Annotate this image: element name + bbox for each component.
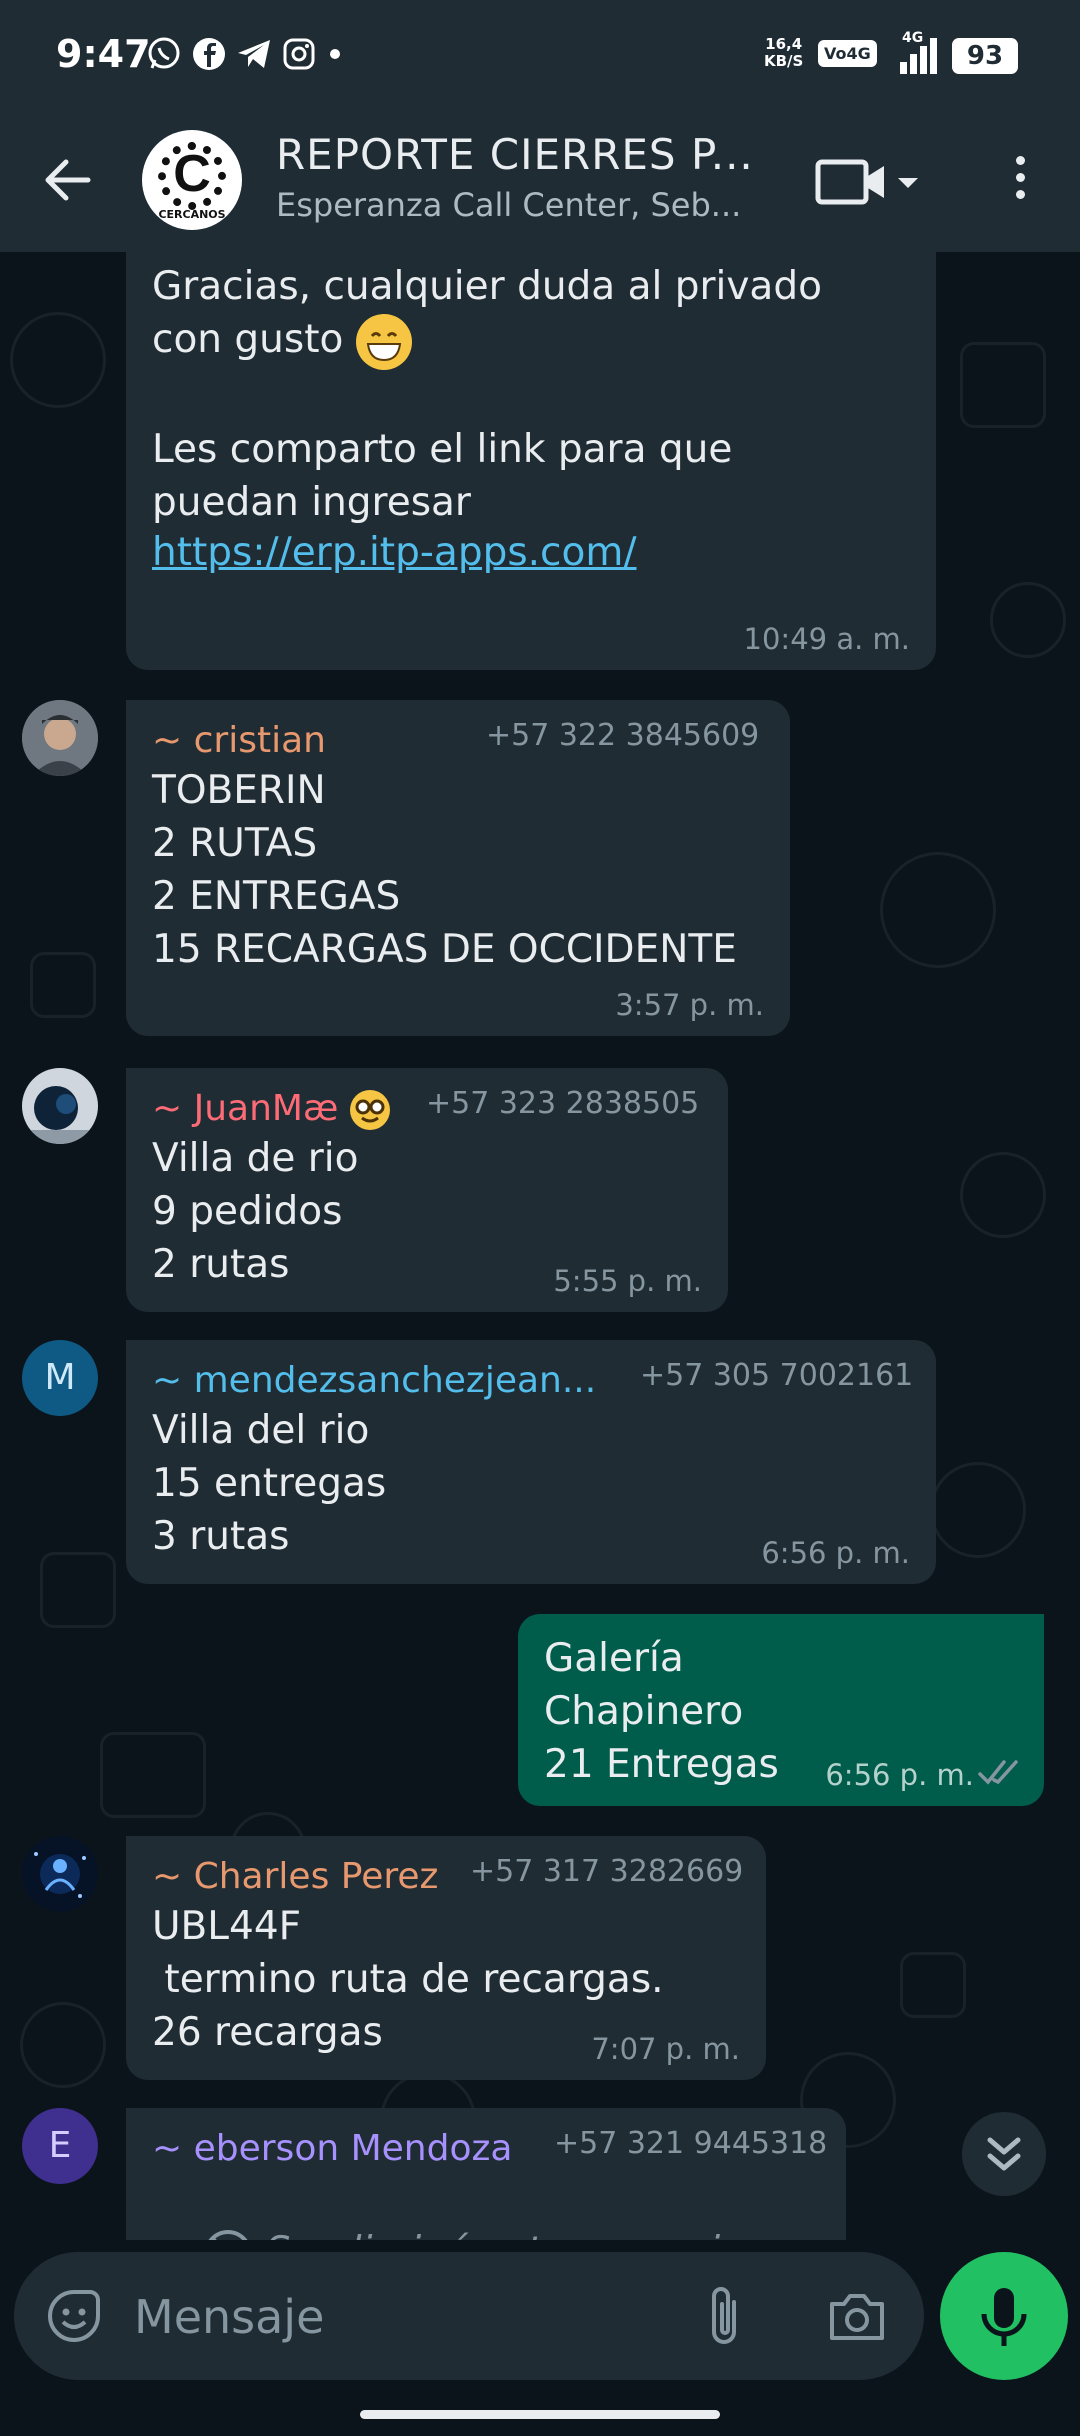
whatsapp-icon xyxy=(148,37,180,69)
deleted-message: Se eliminó este mensaje. xyxy=(152,2172,820,2240)
instagram-icon xyxy=(283,38,315,70)
facebook-icon xyxy=(193,38,225,70)
message-time: 3:57 p. m. xyxy=(615,988,764,1022)
avatar-logo-letter: C xyxy=(173,145,211,203)
sender-name-text: ~ JuanMæ xyxy=(152,1088,339,1129)
status-time: 9:47 xyxy=(56,32,151,76)
message-bubble-5-outgoing[interactable]: Galería Chapinero 21 Entregas 6:56 p. m. xyxy=(518,1614,1044,1806)
read-receipt-icon xyxy=(978,1760,1018,1785)
emoji-icon[interactable] xyxy=(44,2286,104,2346)
message-bubble-7[interactable]: ~ eberson Mendoza +57 321 9445318 Se eli… xyxy=(126,2108,846,2240)
deleted-icon xyxy=(207,2229,248,2240)
message-bubble-3[interactable]: ~ JuanMæ +57 323 2838505 Villa de rio 9 … xyxy=(126,1068,728,1312)
sender-phone: +57 305 7002161 xyxy=(640,1358,914,1393)
avatar-logo-text: CERCANOS xyxy=(158,208,226,221)
message-time: 6:56 p. m. xyxy=(761,1536,910,1570)
message-time: 7:07 p. m. xyxy=(591,2032,740,2066)
chat-header: C CERCANOS REPORTE CIERRES P... Esperanz… xyxy=(0,118,1080,252)
message-time-text: 6:56 p. m. xyxy=(825,1758,974,1792)
attach-icon[interactable] xyxy=(704,2282,744,2352)
status-bar: 9:47 16,4 KB/S Vo4G 4G 93 xyxy=(0,0,1080,118)
sender-phone: +57 323 2838505 xyxy=(426,1086,700,1121)
voice-message-button[interactable] xyxy=(940,2252,1068,2380)
net-speed-value: 16,4 xyxy=(765,35,803,53)
message-input[interactable]: Mensaje xyxy=(134,2290,324,2344)
scroll-down-icon xyxy=(987,2137,1021,2171)
sender-phone: +57 321 9445318 xyxy=(554,2126,828,2161)
avatar-charles[interactable] xyxy=(22,1836,98,1912)
avatar-eberson[interactable]: E xyxy=(22,2108,98,2184)
telegram-icon xyxy=(238,40,270,68)
net-speed-unit: KB/S xyxy=(764,52,804,70)
message-time: 6:56 p. m. xyxy=(825,1758,974,1792)
microphone-icon xyxy=(981,2288,1027,2346)
scroll-down-button[interactable] xyxy=(962,2112,1046,2196)
net-speed: 16,4 KB/S xyxy=(764,36,803,70)
battery-indicator: 93 xyxy=(952,38,1018,74)
avatar-juanmae[interactable] xyxy=(22,1068,98,1144)
signal-label: 4G xyxy=(902,30,924,46)
video-call-icon[interactable] xyxy=(814,152,924,212)
group-name[interactable]: REPORTE CIERRES P... xyxy=(276,130,754,179)
group-avatar[interactable]: C CERCANOS xyxy=(142,130,242,230)
message-time: 5:55 p. m. xyxy=(553,1264,702,1298)
avatar-cristian[interactable] xyxy=(22,700,98,776)
dropdown-caret-icon xyxy=(898,178,918,188)
more-options-icon[interactable] xyxy=(1000,150,1040,214)
back-arrow-icon[interactable] xyxy=(40,152,96,208)
message-composer: Mensaje xyxy=(14,2252,924,2380)
nerd-emoji-icon xyxy=(349,1090,390,1130)
message-time: 10:49 a. m. xyxy=(743,622,910,656)
erp-link[interactable]: https://erp.itp-apps.com/ xyxy=(152,530,637,575)
message-text: TOBERIN 2 RUTAS 2 ENTREGAS 15 RECARGAS D… xyxy=(152,768,737,972)
avatar-mendez[interactable]: M xyxy=(22,1340,98,1416)
message-bubble-6[interactable]: ~ Charles Perez +57 317 3282669 UBL44F t… xyxy=(126,1836,766,2080)
grinning-emoji-icon xyxy=(355,313,412,370)
sender-phone: +57 317 3282669 xyxy=(470,1854,744,1889)
volte-badge: Vo4G xyxy=(818,40,877,67)
camera-icon[interactable] xyxy=(826,2286,888,2346)
more-notifications-dot xyxy=(330,49,340,59)
notification-icons xyxy=(146,36,340,72)
message-bubble-4[interactable]: ~ mendezsanchezjean... +57 305 7002161 V… xyxy=(126,1340,936,1584)
message-bubble-1[interactable]: Gracias, cualquier duda al privado con g… xyxy=(126,252,936,670)
home-gesture-bar[interactable] xyxy=(360,2410,720,2419)
message-bubble-2[interactable]: ~ cristian +57 322 3845609 TOBERIN 2 RUT… xyxy=(126,700,790,1036)
group-members[interactable]: Esperanza Call Center, Seb... xyxy=(276,186,741,224)
deleted-message-text: Se eliminó este mensaje. xyxy=(266,2229,757,2240)
sender-phone: +57 322 3845609 xyxy=(486,718,760,753)
